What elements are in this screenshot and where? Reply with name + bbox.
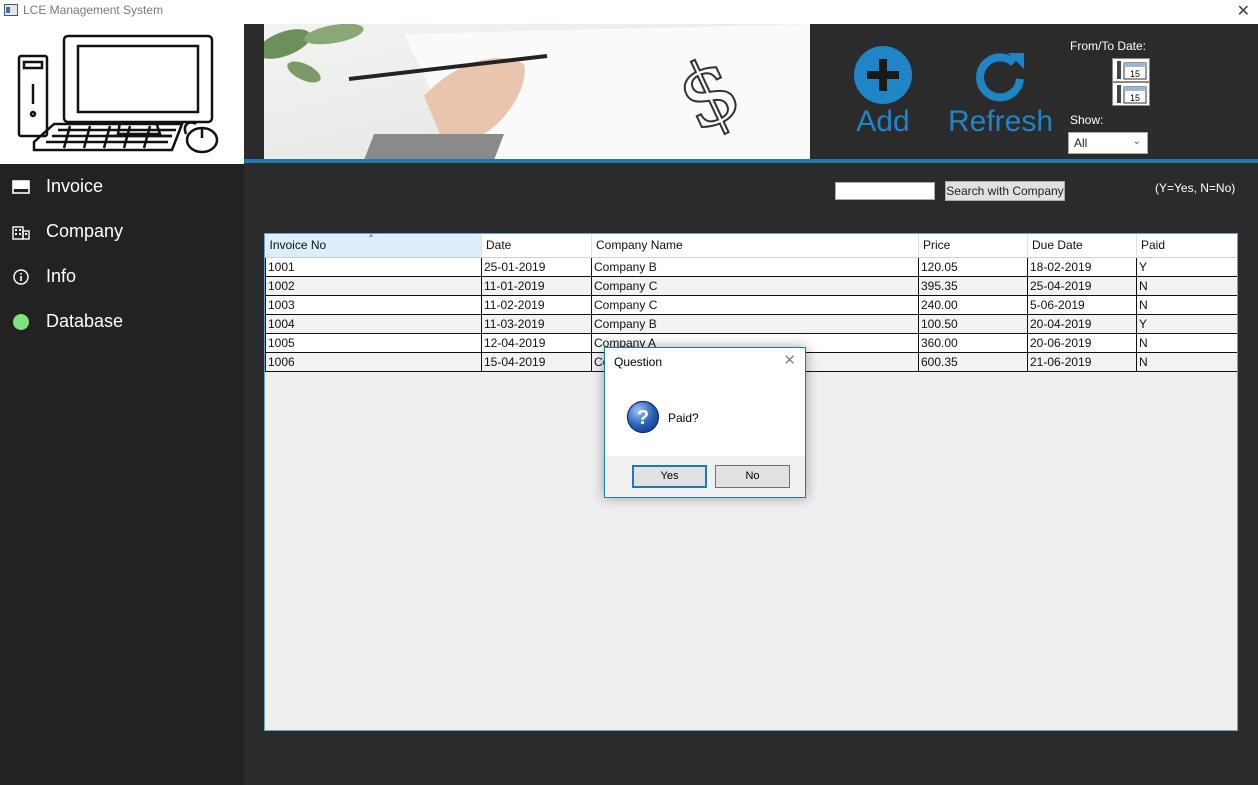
sidebar-item-label: Invoice — [46, 176, 104, 196]
header-divider — [244, 159, 1258, 163]
cell-date[interactable]: 11-02-2019 — [481, 294, 592, 315]
search-with-company-button[interactable]: Search with Company — [945, 181, 1065, 201]
cell-due-date[interactable]: 5-06-2019 — [1027, 294, 1137, 315]
cell-invoice-no[interactable]: 1004 — [265, 313, 482, 334]
paid-legend: (Y=Yes, N=No) — [1155, 181, 1236, 195]
cell-paid[interactable]: N — [1136, 275, 1237, 296]
calendar-icon: 15 — [1117, 61, 1147, 80]
dialog-close-button[interactable]: ✕ — [783, 351, 796, 369]
cell-price[interactable]: 600.35 — [918, 351, 1028, 372]
no-button[interactable]: No — [715, 465, 790, 488]
cell-invoice-no[interactable]: 1003 — [265, 294, 482, 315]
cell-price[interactable]: 100.50 — [918, 313, 1028, 334]
cell-date[interactable]: 11-01-2019 — [481, 275, 592, 296]
cell-date[interactable]: 15-04-2019 — [481, 351, 592, 372]
show-label: Show: — [1070, 113, 1104, 127]
window-title: LCE Management System — [23, 3, 164, 17]
dialog-footer: Yes No — [605, 456, 805, 497]
cell-invoice-no[interactable]: 1005 — [265, 332, 482, 353]
sidebar-item-invoice[interactable]: Invoice — [0, 174, 244, 219]
cell-price[interactable]: 240.00 — [918, 294, 1028, 315]
cell-invoice-no[interactable]: 1006 — [265, 351, 482, 372]
sidebar-item-label: Database — [46, 311, 124, 331]
add-button[interactable]: Add — [843, 45, 923, 139]
cell-paid[interactable]: N — [1136, 351, 1237, 372]
question-icon: ? — [626, 400, 660, 434]
from-date-calendar-button[interactable]: 15 — [1112, 58, 1150, 82]
status-dot-icon — [13, 314, 29, 330]
svg-text:?: ? — [637, 407, 649, 429]
to-date-calendar-button[interactable]: 15 — [1112, 82, 1150, 106]
close-window-button[interactable]: ✕ — [1237, 1, 1250, 21]
column-header-company-name[interactable]: Company Name — [591, 234, 919, 258]
cell-company-name[interactable]: Company B — [591, 313, 919, 334]
inbox-icon — [12, 180, 30, 194]
cell-company-name[interactable]: Company C — [591, 294, 919, 315]
computer-logo — [0, 24, 244, 164]
table-row[interactable]: 1002 11-01-2019 Company C 395.35 25-04-2… — [265, 275, 1237, 296]
column-header-due-date[interactable]: Due Date — [1027, 234, 1137, 258]
cell-due-date[interactable]: 20-06-2019 — [1027, 332, 1137, 353]
cell-date[interactable]: 11-03-2019 — [481, 313, 592, 334]
refresh-icon — [976, 53, 1024, 102]
info-icon — [13, 269, 29, 285]
cell-due-date[interactable]: 18-02-2019 — [1027, 256, 1137, 277]
sidebar-nav: Invoice Company Info Database — [0, 174, 244, 354]
building-icon — [12, 226, 30, 240]
calendar-icon: 15 — [1117, 85, 1147, 104]
computer-illustration — [17, 34, 219, 154]
table-row[interactable]: 1004 11-03-2019 Company B 100.50 20-04-2… — [265, 313, 1237, 334]
cell-due-date[interactable]: 21-06-2019 — [1027, 351, 1137, 372]
cell-paid[interactable]: Y — [1136, 256, 1237, 277]
cell-company-name[interactable]: Company C — [591, 275, 919, 296]
cell-invoice-no[interactable]: 1002 — [265, 275, 482, 296]
cell-date[interactable]: 25-01-2019 — [481, 256, 592, 277]
cell-price[interactable]: 395.35 — [918, 275, 1028, 296]
from-to-date-label: From/To Date: — [1070, 39, 1147, 53]
sidebar-item-info[interactable]: Info — [0, 264, 244, 309]
cell-company-name[interactable]: Company B — [591, 256, 919, 277]
show-filter-select[interactable]: All ⌄ — [1068, 132, 1148, 154]
question-dialog: Question ✕ ? Paid? Yes No — [604, 347, 806, 498]
sidebar-item-label: Company — [46, 221, 124, 241]
cell-due-date[interactable]: 20-04-2019 — [1027, 313, 1137, 334]
plus-circle-icon — [854, 46, 912, 104]
column-header-date[interactable]: Date — [481, 234, 592, 258]
cell-invoice-no[interactable]: 1001 — [265, 256, 482, 277]
cell-paid[interactable]: N — [1136, 294, 1237, 315]
sidebar-item-database[interactable]: Database — [0, 309, 244, 354]
cell-date[interactable]: 12-04-2019 — [481, 332, 592, 353]
sidebar-item-label: Info — [46, 266, 77, 286]
column-header-invoice-no[interactable]: Invoice No — [265, 234, 482, 258]
cell-price[interactable]: 360.00 — [918, 332, 1028, 353]
cell-paid[interactable]: N — [1136, 332, 1237, 353]
calendar-day: 15 — [1130, 69, 1140, 79]
header-banner-image: $ — [264, 24, 810, 160]
show-filter-value: All — [1074, 136, 1088, 150]
banner-illustration: $ — [264, 24, 810, 160]
grid-header-row: Invoice No Date Company Name Price Due D… — [265, 234, 1237, 258]
cell-price[interactable]: 120.05 — [918, 256, 1028, 277]
calendar-day: 15 — [1130, 93, 1140, 103]
title-bar: LCE Management System ✕ — [0, 0, 1258, 24]
yes-button[interactable]: Yes — [632, 465, 707, 488]
refresh-label: Refresh — [948, 105, 1054, 138]
add-label: Add — [856, 105, 910, 138]
column-header-paid[interactable]: Paid — [1136, 234, 1237, 258]
search-input[interactable] — [835, 182, 935, 200]
sidebar-item-company[interactable]: Company — [0, 219, 244, 264]
table-row[interactable]: 1003 11-02-2019 Company C 240.00 5-06-20… — [265, 294, 1237, 315]
cell-paid[interactable]: Y — [1136, 313, 1237, 334]
column-header-price[interactable]: Price — [918, 234, 1028, 258]
cell-due-date[interactable]: 25-04-2019 — [1027, 275, 1137, 296]
app-icon — [4, 4, 18, 16]
dialog-title: Question — [614, 355, 663, 369]
table-row[interactable]: 1001 25-01-2019 Company B 120.05 18-02-2… — [265, 256, 1237, 277]
dialog-message: Paid? — [668, 411, 699, 425]
sidebar: Invoice Company Info Database — [0, 24, 244, 785]
refresh-button[interactable]: Refresh — [948, 45, 1054, 139]
chevron-down-icon: ⌄ — [1132, 136, 1141, 147]
